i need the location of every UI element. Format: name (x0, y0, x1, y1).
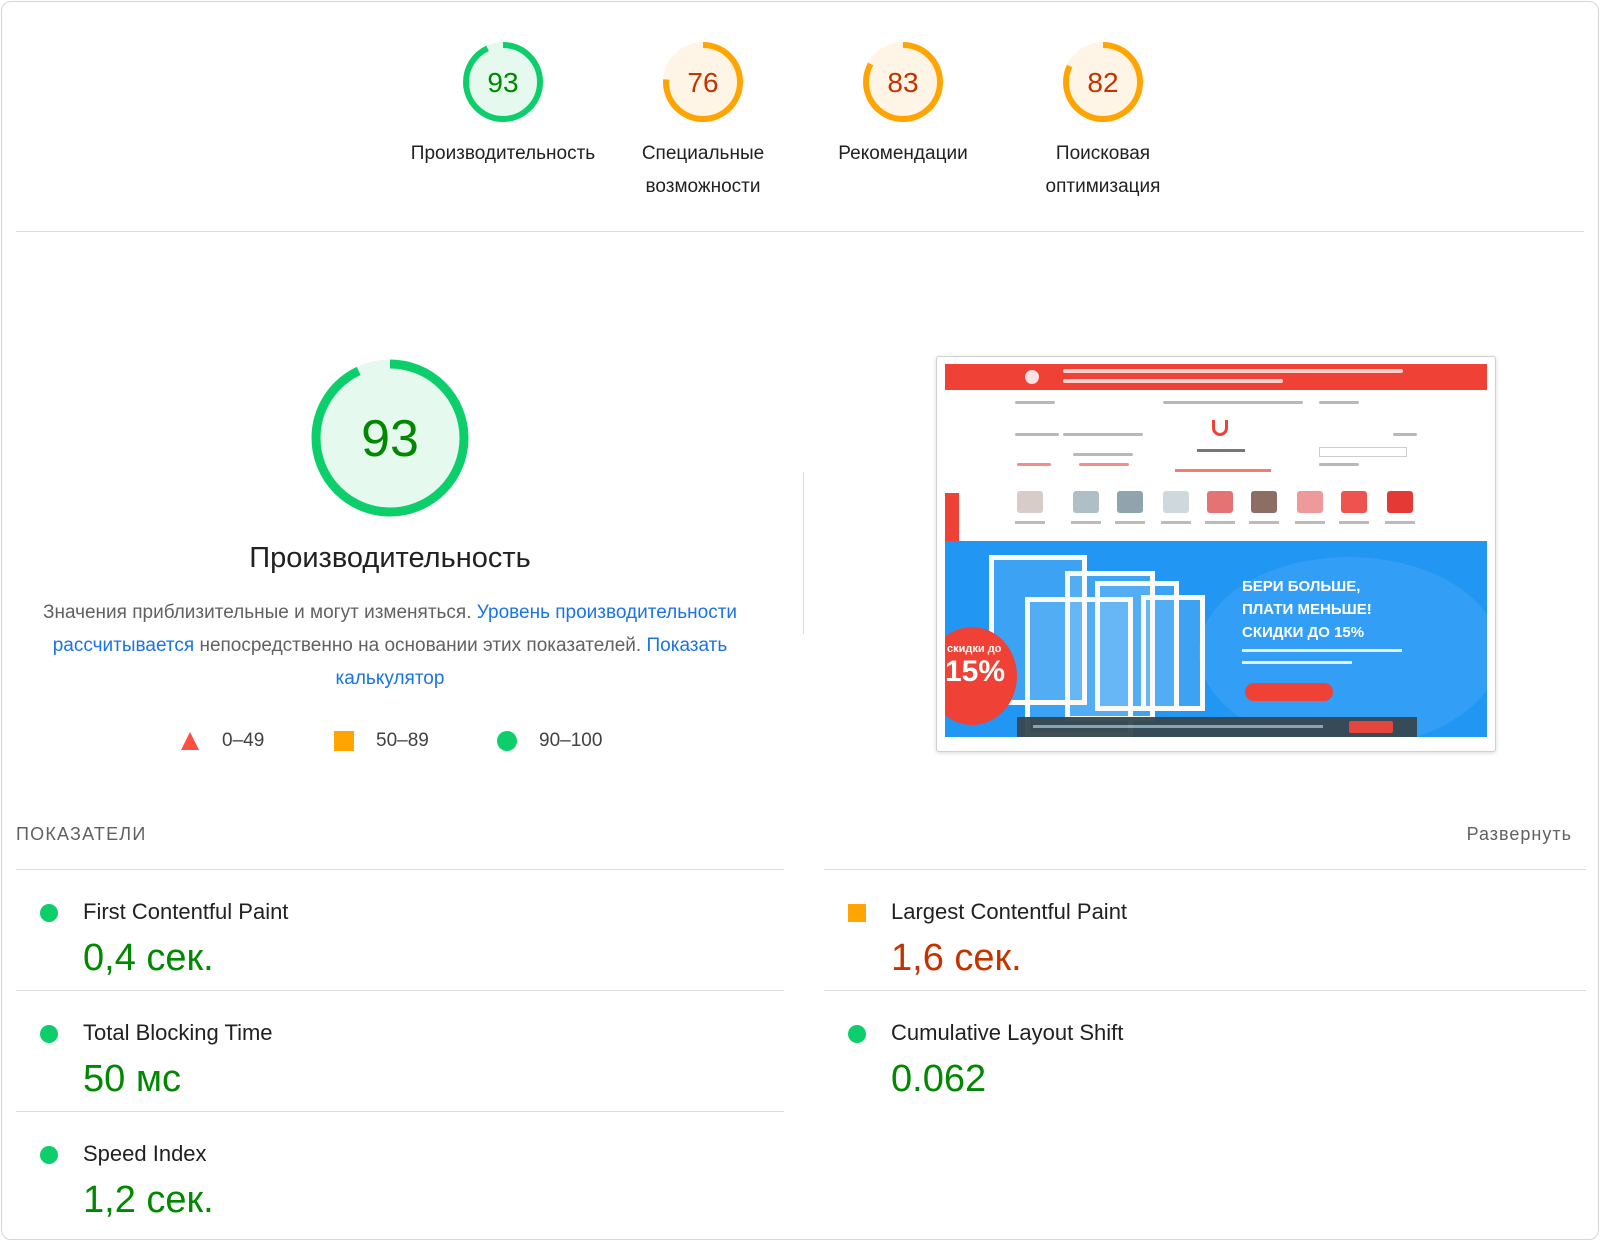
metric-lcp: Largest Contentful Paint 1,6 сек. (824, 869, 1584, 989)
circle-icon (40, 1025, 58, 1043)
screenshot-cookie-bar (1017, 717, 1417, 737)
circle-icon (848, 1025, 866, 1043)
screenshot-hero-heading: БЕРИ БОЛЬШЕ, ПЛАТИ МЕНЬШЕ! СКИДКИ ДО 15% (1242, 578, 1372, 641)
expand-metrics-button[interactable]: Развернуть (1467, 824, 1572, 845)
square-icon (848, 904, 866, 922)
circle-icon (40, 1146, 58, 1164)
site-logo-icon (1212, 420, 1228, 436)
divider (16, 231, 1584, 232)
category-performance[interactable]: 93 Производительность (398, 39, 608, 170)
category-seo[interactable]: 82 Поисковая оптимизация (998, 39, 1208, 203)
square-icon (334, 731, 354, 751)
circle-icon (497, 731, 517, 751)
category-gauges: 93 Производительность 76 Специальные воз… (2, 39, 1598, 209)
screenshot-more-button (1245, 683, 1333, 701)
circle-icon (40, 904, 58, 922)
screenshot-category-icons (1015, 491, 1417, 531)
svg-text:76: 76 (687, 67, 718, 98)
performance-title: Производительность (249, 542, 531, 574)
category-label: Поисковая оптимизация (1045, 143, 1161, 197)
category-best-practices[interactable]: 83 Рекомендации (798, 39, 1008, 170)
legend-fail: 0–49 (180, 728, 264, 754)
svg-text:93: 93 (361, 410, 419, 468)
page-screenshot[interactable]: скидки до 15% БЕРИ БОЛЬШЕ, ПЛАТИ МЕНЬШЕ!… (936, 356, 1496, 752)
metric-tbt: Total Blocking Time 50 мс (16, 990, 776, 1110)
category-label: Рекомендации (838, 143, 968, 164)
category-label: Производительность (410, 143, 596, 164)
category-label: Специальные возможности (641, 143, 765, 197)
metric-speed-index: Speed Index 1,2 сек. (16, 1111, 776, 1231)
metric-cls: Cumulative Layout Shift 0.062 (824, 990, 1584, 1110)
score-gauge: 83 (863, 42, 943, 122)
lighthouse-report: 93 Производительность 76 Специальные воз… (1, 1, 1599, 1240)
category-accessibility[interactable]: 76 Специальные возможности (598, 39, 808, 203)
screenshot-promo-banner (945, 364, 1487, 390)
legend-average: 50–89 (334, 728, 429, 754)
performance-score-gauge: 93 (311, 359, 469, 517)
divider (803, 472, 804, 634)
score-gauge: 82 (1063, 42, 1143, 122)
performance-description: Значения приблизительные и могут изменят… (42, 602, 738, 689)
svg-text:93: 93 (487, 67, 518, 98)
triangle-icon (181, 732, 199, 750)
metric-fcp: First Contentful Paint 0,4 сек. (16, 869, 776, 989)
svg-text:82: 82 (1087, 67, 1118, 98)
score-gauge: 76 (663, 42, 743, 122)
screenshot-hero: скидки до 15% БЕРИ БОЛЬШЕ, ПЛАТИ МЕНЬШЕ!… (945, 541, 1487, 737)
screenshot-search-box (1319, 447, 1407, 457)
megaphone-icon (1025, 370, 1039, 384)
svg-text:83: 83 (887, 67, 918, 98)
metrics-header: ПОКАЗАТЕЛИ (16, 824, 147, 844)
score-gauge: 93 (463, 42, 543, 122)
legend-pass: 90–100 (497, 728, 602, 754)
